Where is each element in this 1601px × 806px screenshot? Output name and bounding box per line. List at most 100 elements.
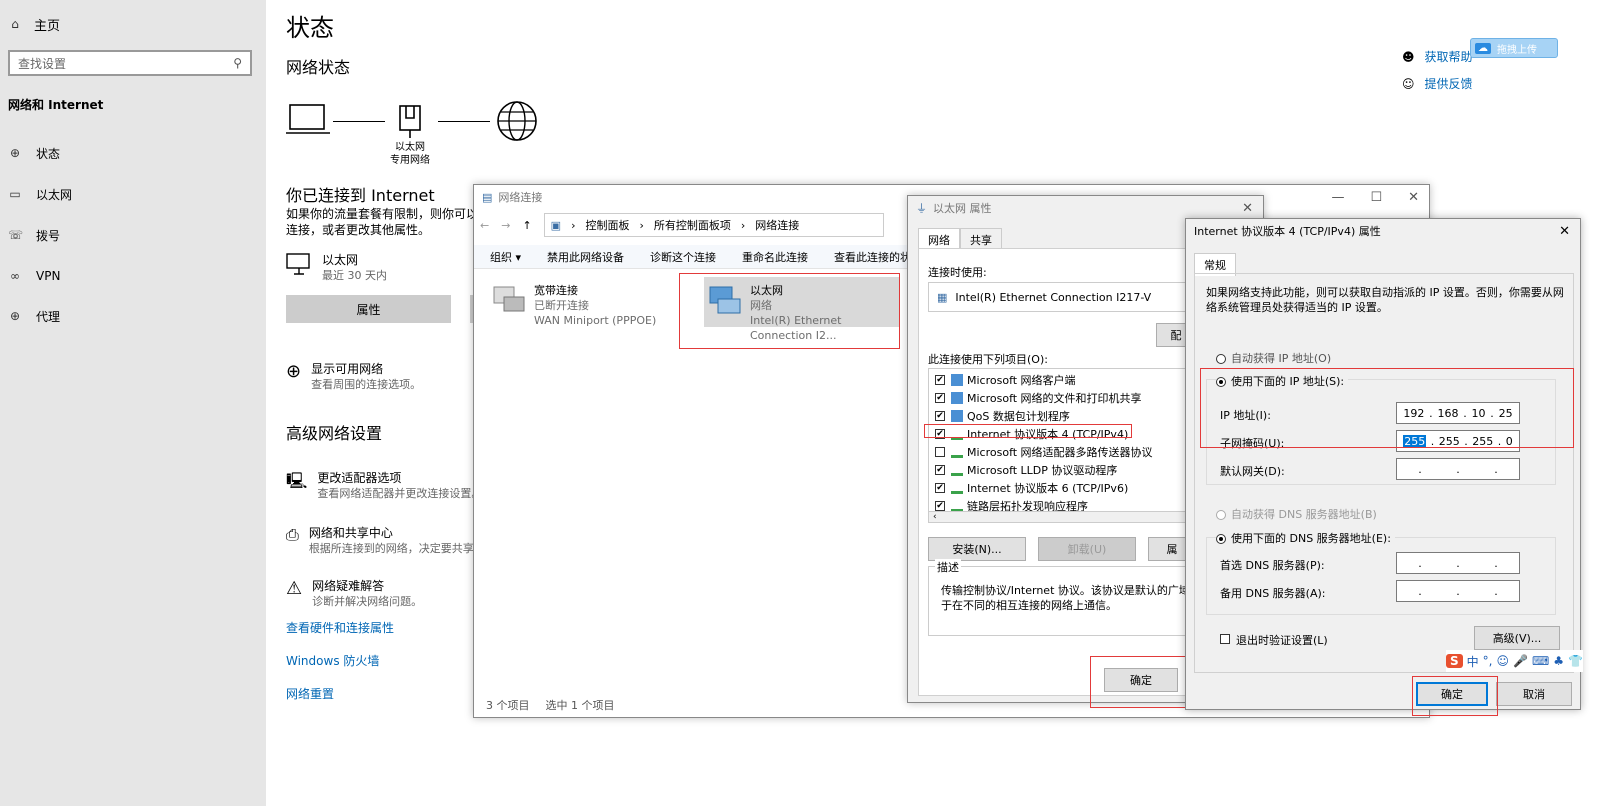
component-checkbox[interactable]: ✔ (935, 393, 945, 403)
install-button[interactable]: 安装(N)... (928, 537, 1026, 561)
close-icon[interactable]: ✕ (1242, 201, 1253, 216)
upload-widget[interactable]: ☁ 拖拽上传 (1470, 38, 1558, 58)
ip-octet: 10 (1471, 406, 1486, 420)
ethernet-icon: ▭ (9, 187, 21, 201)
preferred-dns-input[interactable]: ... (1396, 552, 1520, 574)
auto-dns-radio[interactable]: 自动获得 DNS 服务器地址(B) (1216, 506, 1377, 522)
sidebar-item-dialup[interactable]: ☏ 拨号 (8, 225, 60, 245)
ethernet-port-icon (398, 104, 422, 141)
close-icon[interactable]: ✕ (1408, 190, 1419, 205)
ip-address-input[interactable]: 192. 168. 10. 25 (1396, 402, 1520, 424)
emoji-icon[interactable]: ☺ (1497, 654, 1510, 668)
advanced-button[interactable]: 高级(V)... (1474, 626, 1560, 650)
dialog-titlebar: ⏚ 以太网 属性 (908, 196, 1263, 220)
punctuation-icon[interactable]: °, (1483, 654, 1493, 668)
keyboard-icon[interactable]: ⌨ (1532, 654, 1549, 668)
component-checkbox[interactable]: ✔ (935, 375, 945, 385)
breadcrumb-item[interactable]: 所有控制面板项 (654, 217, 731, 233)
ethernet-plug-icon: ⏚ (916, 202, 927, 215)
component-checkbox[interactable]: ✔ (935, 465, 945, 475)
address-bar[interactable]: ▣ › 控制面板 › 所有控制面板项 › 网络连接 (543, 213, 884, 237)
gateway-label: 默认网关(D): (1220, 465, 1285, 478)
troubleshooter-item[interactable]: ⚠ 网络疑难解答 诊断并解决网络问题。 (286, 578, 422, 609)
component-checkbox[interactable] (935, 447, 945, 457)
adapter-ethernet[interactable]: 以太网 网络 Intel(R) Ethernet Connection I2..… (704, 277, 900, 342)
rename-button[interactable]: 重命名此连接 (742, 249, 808, 265)
component-label: Microsoft LLDP 协议驱动程序 (967, 464, 1118, 477)
connected-heading: 你已连接到 Internet (286, 186, 435, 205)
sidebar-item-ethernet[interactable]: ▭ 以太网 (8, 184, 72, 204)
vpn-icon: ∞ (10, 269, 20, 283)
protocol-icon (951, 446, 963, 458)
subnet-mask-label: 子网掩码(U): (1220, 437, 1285, 450)
change-adapter-options-item[interactable]: 🖳 更改适配器选项 查看网络适配器并更改连接设置。 (286, 470, 482, 501)
sidebar-item-vpn[interactable]: ∞ VPN (8, 266, 60, 286)
checkbox-indicator (1220, 634, 1230, 644)
ipv4-ok-button[interactable]: 确定 (1416, 682, 1488, 706)
sidebar-category: 网络和 Internet (8, 98, 104, 112)
globe-icon: ⊕ (286, 361, 302, 382)
firewall-link[interactable]: Windows 防火墙 (286, 652, 379, 669)
dialog-controls: ✕ (1242, 196, 1253, 220)
ime-toolbar: S 中 °, ☺ 🎤 ⌨ ♣ 👕 (1446, 650, 1584, 672)
adv-item-title: 网络疑难解答 (312, 579, 385, 593)
ipv4-cancel-button[interactable]: 取消 (1496, 682, 1572, 706)
description-text: 传输控制协议/Internet 协议。该协议是默认的广域网络 于在不同的相互连接… (941, 583, 1212, 613)
sidebar-item-proxy[interactable]: ⊕ 代理 (8, 306, 60, 326)
adapter-status: 已断开连接 (534, 299, 589, 312)
sidebar-item-status[interactable]: ⊕ 状态 (8, 143, 60, 163)
checkbox-label: 退出时验证设置(L) (1236, 634, 1328, 647)
subnet-mask-input[interactable]: 255. 255. 255. 0 (1396, 430, 1520, 452)
microphone-icon[interactable]: 🎤 (1513, 654, 1528, 668)
diagram-label-network: 专用网络 (390, 155, 430, 166)
feedback-link[interactable]: ☺ 提供反馈 (1402, 75, 1473, 92)
eth-ok-button[interactable]: 确定 (1104, 668, 1178, 692)
home-nav-item[interactable]: ⌂ 主页 (8, 14, 60, 34)
adapter-broadband[interactable]: 宽带连接 已断开连接 WAN Miniport (PPPOE) (492, 283, 656, 328)
shirt-icon[interactable]: 👕 (1568, 654, 1583, 668)
dialog-titlebar: Internet 协议版本 4 (TCP/IPv4) 属性 (1186, 219, 1580, 243)
component-checkbox[interactable]: ✔ (935, 411, 945, 421)
gateway-input[interactable]: ... (1396, 458, 1520, 480)
maximize-icon[interactable]: ☐ (1370, 190, 1382, 205)
settings-sidebar: ⌂ 主页 查找设置 ⚲ 网络和 Internet ⊕ 状态 ▭ 以太网 ☏ 拨号 ∞ V… (0, 0, 266, 806)
ime-language-toggle[interactable]: 中 (1467, 653, 1479, 670)
sharing-center-item[interactable]: ⎙ 网络和共享中心 根据所连接到的网络，决定要共享 (286, 525, 474, 556)
back-icon[interactable]: ← (480, 219, 489, 232)
hardware-properties-link[interactable]: 查看硬件和连接属性 (286, 619, 394, 636)
uninstall-button[interactable]: 卸载(U) (1038, 537, 1136, 561)
network-reset-link[interactable]: 网络重置 (286, 685, 334, 702)
up-icon[interactable]: ↑ (522, 219, 531, 232)
get-help-label: 获取帮助 (1424, 50, 1473, 64)
adapter-usage: 最近 30 天内 (322, 269, 387, 282)
minimize-icon[interactable]: — (1331, 190, 1344, 205)
alternate-dns-input[interactable]: ... (1396, 580, 1520, 602)
auto-ip-radio[interactable]: 自动获得 IP 地址(O) (1216, 350, 1331, 366)
forward-icon[interactable]: → (501, 219, 510, 232)
component-checkbox[interactable]: ✔ (935, 483, 945, 493)
diagnose-button[interactable]: 诊断这个连接 (650, 249, 716, 265)
show-networks-item[interactable]: ⊕ 显示可用网络 查看周围的连接选项。 (286, 361, 421, 392)
window-controls: — ☐ ✕ (1331, 185, 1419, 209)
diagram-link (438, 121, 490, 122)
manual-ip-radio[interactable]: 使用下面的 IP 地址(S): (1216, 373, 1349, 389)
get-help-link[interactable]: ☻ 获取帮助 (1402, 48, 1473, 65)
component-checkbox[interactable]: ✔ (935, 501, 945, 511)
ip-octet: 192 (1403, 406, 1425, 420)
organize-menu[interactable]: 组织 ▾ (490, 249, 521, 265)
component-checkbox[interactable]: ✔ (935, 429, 945, 439)
skin-icon[interactable]: ♣ (1553, 654, 1564, 668)
breadcrumb-item[interactable]: 控制面板 (585, 217, 629, 233)
disable-device-button[interactable]: 禁用此网络设备 (547, 249, 624, 265)
settings-search-input[interactable]: 查找设置 ⚲ (8, 50, 252, 76)
close-icon[interactable]: ✕ (1559, 224, 1570, 239)
breadcrumb-item[interactable]: 网络连接 (755, 217, 799, 233)
adv-item-title: 更改适配器选项 (317, 471, 402, 485)
validate-checkbox[interactable]: 退出时验证设置(L) (1220, 632, 1328, 648)
manual-dns-radio[interactable]: 使用下面的 DNS 服务器地址(E): (1216, 530, 1395, 546)
selected-count: 选中 1 个项目 (545, 699, 615, 712)
properties-button[interactable]: 属性 (286, 295, 451, 323)
network-folder-icon: ▤ (482, 190, 493, 204)
dialog-title: 以太网 属性 (933, 202, 992, 215)
status-bar: 3 个项目 选中 1 个项目 (486, 697, 615, 713)
